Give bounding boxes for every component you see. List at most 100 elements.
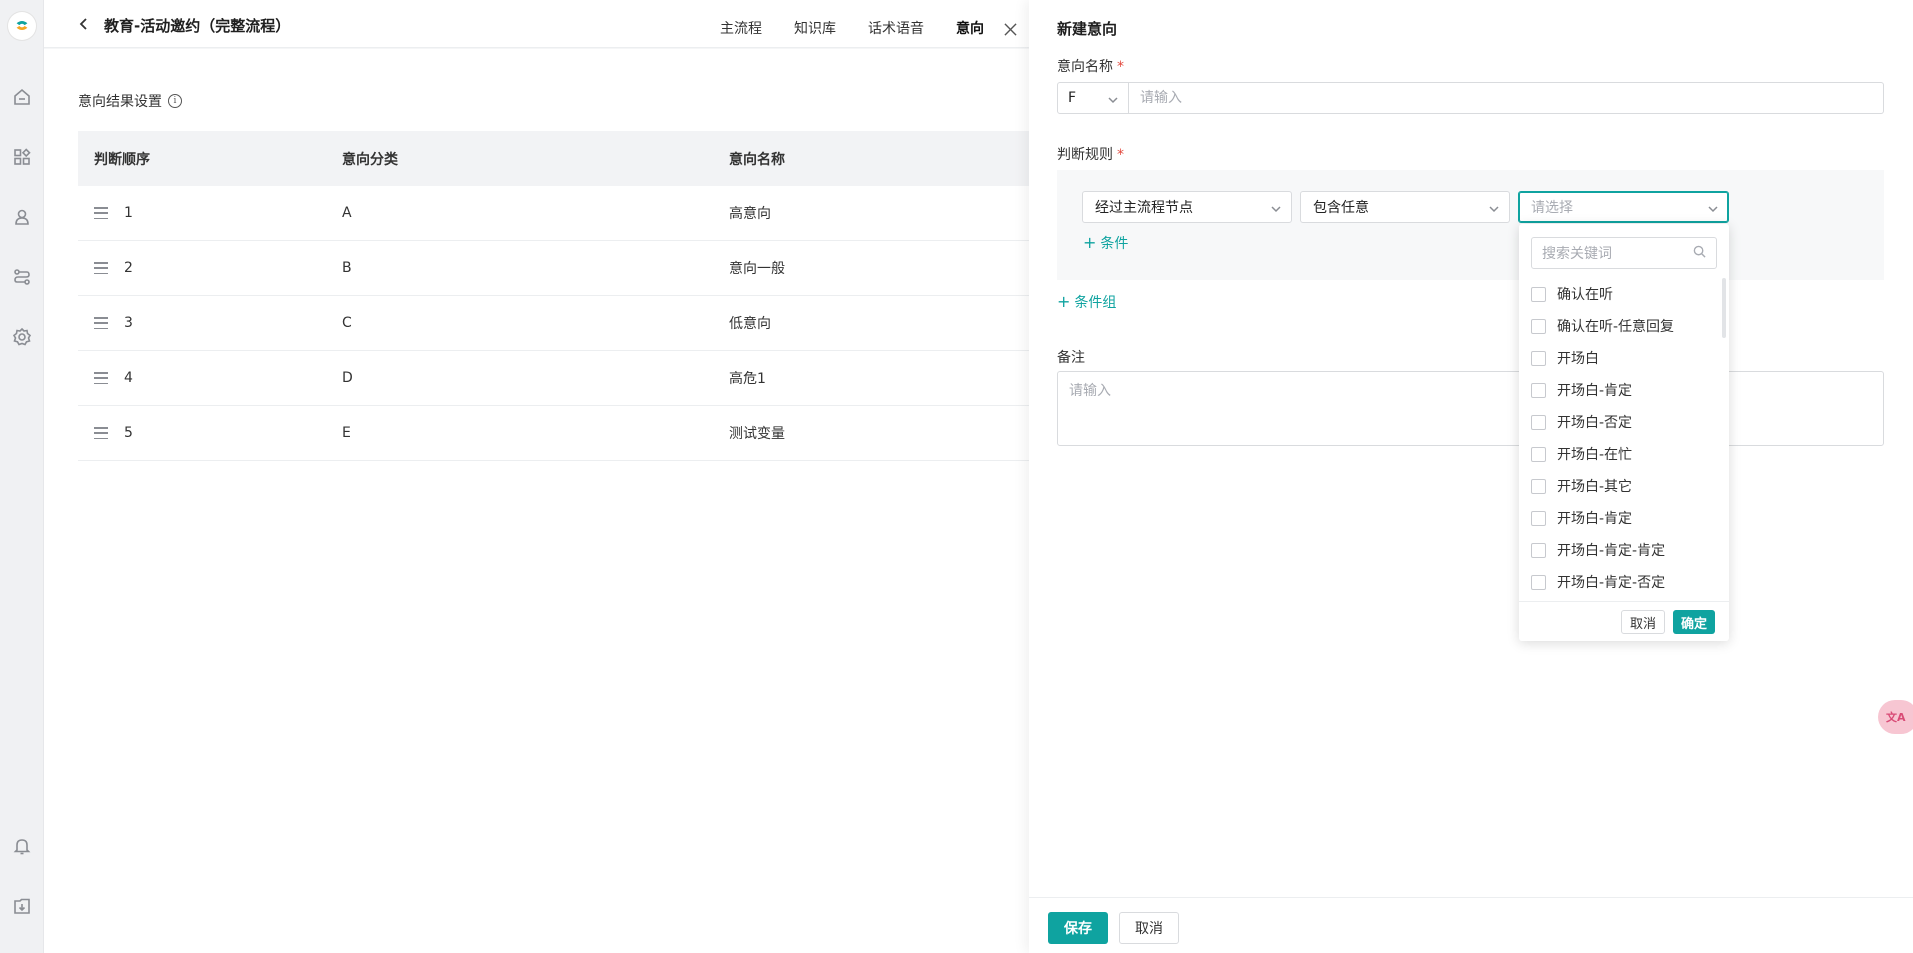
tab-script-audio[interactable]: 话术语音 (868, 0, 924, 48)
rule-value-placeholder: 请选择 (1531, 200, 1573, 216)
option-label: 开场白-肯定 (1557, 383, 1633, 399)
row-category: D (342, 370, 353, 386)
add-condition-group-text: 条件组 (1074, 295, 1117, 311)
drag-handle-icon[interactable] (94, 372, 108, 384)
intent-name-input[interactable] (1129, 82, 1884, 114)
option-label: 开场白-肯定 (1557, 511, 1633, 527)
plus-icon: + (1057, 292, 1071, 311)
checkbox[interactable] (1531, 382, 1546, 398)
node-options-dropdown: 搜索关键词 确认在听 确认在听-任意回复 开场白 开场白-肯定 开场白-否定 开… (1519, 224, 1729, 641)
table-row[interactable]: 3 C 低意向 (78, 296, 1029, 351)
table-row[interactable]: 4 D 高危1 (78, 351, 1029, 406)
download-icon[interactable] (12, 896, 32, 916)
dropdown-option[interactable]: 开场白-否定 (1519, 406, 1729, 438)
add-condition-group-link[interactable]: + 条件组 (1057, 292, 1116, 312)
table-row[interactable]: 2 B 意向一般 (78, 241, 1029, 296)
checkbox[interactable] (1531, 446, 1546, 462)
settings-icon[interactable] (12, 327, 32, 347)
dropdown-option[interactable]: 开场白-肯定-肯定 (1519, 534, 1729, 566)
dropdown-cancel-button[interactable]: 取消 (1621, 610, 1666, 634)
checkbox[interactable] (1531, 318, 1546, 334)
dropdown-option[interactable]: 开场白-肯定 (1519, 502, 1729, 534)
checkbox[interactable] (1531, 510, 1546, 526)
left-rail (0, 0, 44, 953)
option-label: 确认在听 (1557, 287, 1613, 303)
chevron-down-icon (1489, 202, 1499, 213)
bell-icon[interactable] (12, 836, 32, 856)
back-arrow-icon[interactable] (78, 18, 90, 30)
row-category: B (342, 260, 352, 276)
section-title: 意向结果设置 i (78, 91, 182, 111)
chevron-down-icon (1708, 202, 1718, 213)
translate-widget-icon[interactable]: 文A (1878, 700, 1913, 734)
dropdown-option[interactable]: 确认在听-任意回复 (1519, 310, 1729, 342)
dropdown-option[interactable]: 开场白-肯定-否定 (1519, 566, 1729, 598)
drag-handle-icon[interactable] (94, 262, 108, 274)
search-icon (1693, 245, 1706, 262)
chevron-down-icon (1271, 202, 1281, 213)
user-icon[interactable] (12, 207, 32, 227)
dropdown-confirm-button[interactable]: 确定 (1673, 610, 1716, 634)
checkbox[interactable] (1531, 478, 1546, 494)
tab-main-flow[interactable]: 主流程 (720, 0, 762, 48)
row-order: 4 (124, 370, 133, 386)
info-icon[interactable]: i (168, 94, 182, 108)
rule-label-text: 判断规则 (1057, 147, 1113, 163)
rule-node-select[interactable]: 经过主流程节点 (1082, 191, 1292, 223)
option-label: 开场白-其它 (1557, 479, 1633, 495)
add-condition-text: 条件 (1100, 236, 1129, 252)
row-name: 高危1 (729, 371, 766, 387)
cancel-button[interactable]: 取消 (1119, 912, 1179, 944)
row-order: 5 (124, 425, 133, 441)
drag-handle-icon[interactable] (94, 207, 108, 219)
checkbox[interactable] (1531, 286, 1546, 302)
remark-textarea[interactable] (1057, 371, 1884, 446)
save-button[interactable]: 保存 (1048, 912, 1108, 944)
row-category: C (342, 315, 352, 331)
row-category: E (342, 425, 351, 441)
checkbox[interactable] (1531, 542, 1546, 558)
dropdown-option[interactable]: 确认在听 (1519, 278, 1729, 310)
drag-handle-icon[interactable] (94, 317, 108, 329)
rule-operator-select[interactable]: 包含任意 (1300, 191, 1510, 223)
row-order: 1 (124, 205, 133, 221)
dropdown-option[interactable]: 开场白-其它 (1519, 470, 1729, 502)
flow-icon[interactable] (12, 267, 32, 287)
column-header-category: 意向分类 (342, 151, 398, 168)
app-logo[interactable] (8, 12, 36, 40)
table-row[interactable]: 1 A 高意向 (78, 186, 1029, 241)
dropdown-option[interactable]: 开场白-肯定 (1519, 374, 1729, 406)
apps-icon[interactable] (12, 147, 32, 167)
search-placeholder: 搜索关键词 (1542, 246, 1612, 262)
option-label: 开场白-肯定-否定 (1557, 575, 1666, 591)
page-title: 教育-活动邀约（完整流程） (104, 17, 291, 35)
category-prefix-select[interactable]: F (1057, 82, 1129, 114)
close-icon[interactable] (995, 14, 1025, 44)
checkbox[interactable] (1531, 350, 1546, 366)
dropdown-scrollbar[interactable] (1722, 278, 1726, 338)
rule-label: 判断规则 * (1057, 144, 1124, 164)
section-title-text: 意向结果设置 (78, 94, 162, 110)
drawer-footer: 保存 取消 (1029, 897, 1913, 953)
rule-node-value: 经过主流程节点 (1095, 200, 1193, 216)
tab-knowledge-base[interactable]: 知识库 (794, 0, 836, 48)
rule-operator-value: 包含任意 (1313, 200, 1369, 216)
intent-table: 判断顺序 意向分类 意向名称 1 A 高意向 2 B 意向一般 3 C 低意向 … (78, 131, 1029, 461)
home-icon[interactable] (12, 87, 32, 107)
dropdown-option[interactable]: 开场白-在忙 (1519, 438, 1729, 470)
table-row[interactable]: 5 E 测试变量 (78, 406, 1029, 461)
drawer-title: 新建意向 (1057, 20, 1118, 38)
plus-icon: + (1083, 233, 1097, 252)
rule-value-select[interactable]: 请选择 (1518, 191, 1729, 223)
dropdown-search-input[interactable]: 搜索关键词 (1531, 237, 1717, 269)
option-label: 开场白-在忙 (1557, 447, 1633, 463)
page-tabs: 主流程 知识库 话术语音 意向 (720, 0, 1016, 54)
checkbox[interactable] (1531, 574, 1546, 590)
add-condition-link[interactable]: + 条件 (1083, 233, 1128, 253)
tab-intent[interactable]: 意向 (956, 0, 984, 54)
drag-handle-icon[interactable] (94, 427, 108, 439)
checkbox[interactable] (1531, 414, 1546, 430)
dropdown-option[interactable]: 开场白 (1519, 342, 1729, 374)
remark-label: 备注 (1057, 350, 1085, 366)
required-mark: * (1117, 147, 1124, 163)
